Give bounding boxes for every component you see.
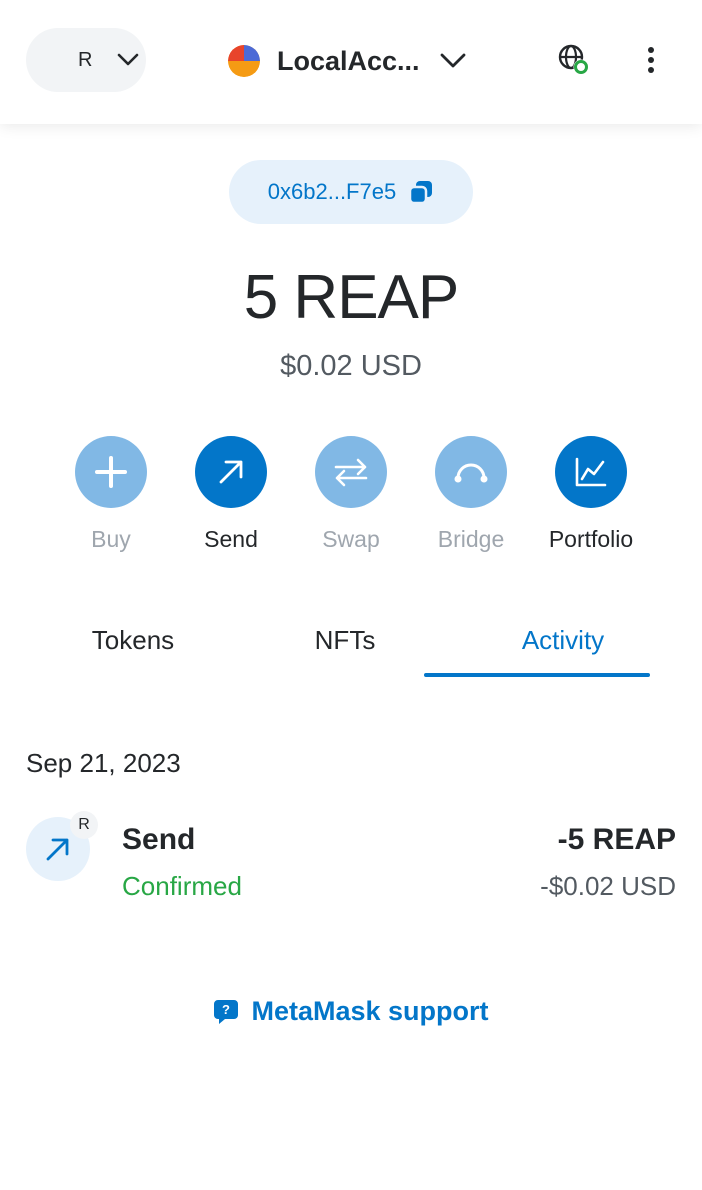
transaction-status: Confirmed	[122, 871, 242, 901]
portfolio-label: Portfolio	[548, 526, 634, 552]
bridge-button[interactable]: Bridge	[411, 436, 531, 553]
network-badge: R	[70, 811, 98, 839]
svg-text:?: ?	[222, 1002, 230, 1017]
swap-button[interactable]: Swap	[291, 436, 411, 553]
transaction-fiat: -$0.02 USD	[540, 871, 676, 901]
chevron-down-icon	[440, 53, 465, 68]
primary-balance: 5 REAP	[243, 263, 460, 332]
network-picker[interactable]: R	[26, 28, 146, 92]
metamask-support-link[interactable]: ? MetaMask support	[0, 996, 702, 1027]
buy-label: Buy	[91, 526, 131, 552]
activity-date: Sep 21, 2023	[26, 748, 181, 778]
transaction-amount: -5 REAP	[557, 823, 676, 856]
swap-label: Swap	[322, 526, 380, 552]
transaction-row[interactable]: R Send Confirmed -5 REAP -$0.02 USD	[26, 811, 676, 915]
active-tab-indicator	[424, 673, 650, 677]
send-label: Send	[204, 526, 258, 552]
account-address-button[interactable]: 0x6b2...F7e5	[229, 160, 473, 224]
plus-icon	[75, 436, 147, 508]
bridge-icon	[435, 436, 507, 508]
arrow-up-right-icon	[195, 436, 267, 508]
tab-tokens[interactable]: Tokens	[26, 610, 240, 678]
fiat-balance: $0.02 USD	[280, 350, 422, 382]
chart-icon	[555, 436, 627, 508]
kebab-menu-icon[interactable]	[638, 45, 664, 75]
app-header: R LocalAcc...	[0, 0, 702, 124]
account-picker[interactable]: LocalAcc...	[228, 40, 466, 82]
chevron-down-icon	[117, 53, 139, 66]
transaction-title: Send	[122, 823, 196, 856]
copy-icon	[408, 181, 433, 205]
globe-connected-icon[interactable]	[557, 43, 591, 77]
tab-nfts[interactable]: NFTs	[238, 610, 452, 678]
send-button[interactable]: Send	[171, 436, 291, 553]
portfolio-button[interactable]: Portfolio	[531, 436, 651, 553]
network-initial: R	[78, 48, 93, 71]
account-name: LocalAcc...	[277, 45, 420, 76]
support-chat-icon: ?	[214, 999, 239, 1024]
asset-tabs: Tokens NFTs Activity	[26, 610, 676, 678]
bridge-label: Bridge	[437, 526, 505, 552]
support-label: MetaMask support	[251, 996, 489, 1026]
tab-activity[interactable]: Activity	[450, 610, 676, 678]
account-avatar-icon	[228, 45, 260, 77]
account-address: 0x6b2...F7e5	[267, 179, 397, 204]
swap-arrows-icon	[315, 436, 387, 508]
buy-button[interactable]: Buy	[51, 436, 171, 553]
